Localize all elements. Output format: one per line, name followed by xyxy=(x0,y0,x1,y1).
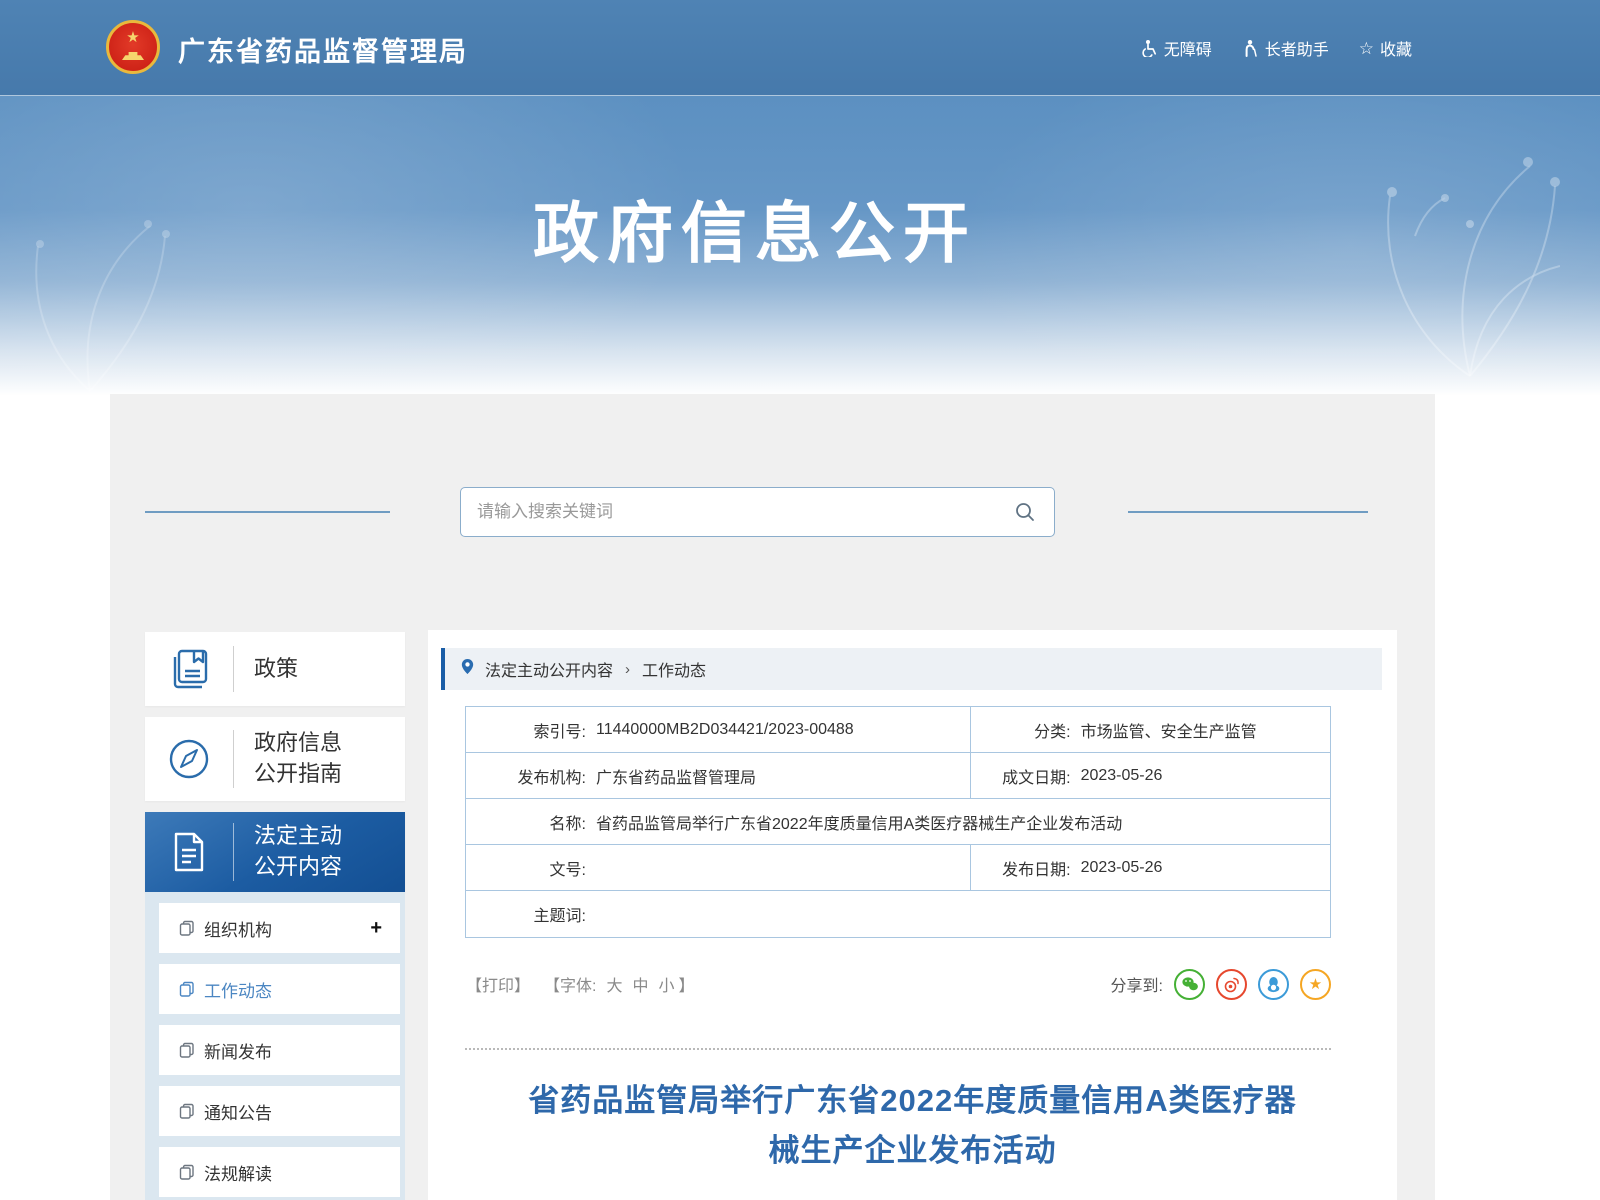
sidebar-submenu: 组织机构 + 工作动态 xyxy=(145,892,405,1200)
site-title: 广东省药品监督管理局 xyxy=(178,30,468,69)
elder-assist-link[interactable]: 长者助手 xyxy=(1242,36,1329,60)
site-header: ★ 广东省药品监督管理局 无障碍 xyxy=(0,0,1600,96)
sidebar-item-disclosure-guide[interactable]: 政府信息 公开指南 xyxy=(145,717,405,801)
field-label: 成文日期: xyxy=(971,764,1071,788)
expand-plus-icon[interactable]: + xyxy=(370,917,382,940)
submenu-item-work-updates[interactable]: 工作动态 xyxy=(159,964,400,1014)
field-value: 广东省药品监督管理局 xyxy=(596,764,756,788)
document-icon xyxy=(145,830,233,874)
favorite-link[interactable]: ☆ 收藏 xyxy=(1359,36,1412,60)
font-size-control: 【字体: 大 中 小 】 xyxy=(544,972,695,996)
qq-share-icon[interactable] xyxy=(1258,969,1289,1000)
header-links: 无障碍 长者助手 ☆ 收藏 xyxy=(1140,36,1412,60)
font-size-medium-button[interactable]: 中 xyxy=(632,972,648,996)
field-label: 索引号: xyxy=(466,718,586,742)
weibo-share-icon[interactable] xyxy=(1216,969,1247,1000)
field-label: 主题词: xyxy=(466,902,586,926)
sidebar-item-label: 政府信息 公开指南 xyxy=(254,728,342,790)
table-row: 发布机构: 广东省药品监督管理局 成文日期: 2023-05-26 xyxy=(466,753,1330,799)
pages-icon xyxy=(179,1042,195,1058)
breadcrumb-item[interactable]: 法定主动公开内容 xyxy=(485,657,613,681)
field-value: 11440000MB2D034421/2023-00488 xyxy=(596,721,854,739)
submenu-item-regulation-interpretation[interactable]: 法规解读 xyxy=(159,1147,400,1197)
breadcrumb-item[interactable]: 工作动态 xyxy=(642,657,706,681)
star-outline-icon: ☆ xyxy=(1359,40,1374,57)
field-value: 2023-05-26 xyxy=(1081,859,1163,877)
content-panel: 法定主动公开内容 › 工作动态 索引号: 11440000MB2D034421/… xyxy=(428,630,1397,1200)
submenu-item-notices[interactable]: 通知公告 xyxy=(159,1086,400,1136)
table-row: 文号: 发布日期: 2023-05-26 xyxy=(466,845,1330,891)
hero-banner: 政府信息公开 xyxy=(0,96,1600,396)
sidebar-item-statutory-disclosure[interactable]: 法定主动 公开内容 xyxy=(145,812,405,892)
field-value: 省药品监管局举行广东省2022年度质量信用A类医疗器械生产企业发布活动 xyxy=(596,810,1122,834)
wheelchair-icon xyxy=(1140,39,1158,57)
national-emblem-logo: ★ xyxy=(106,20,160,76)
sidebar-item-policy[interactable]: 政策 xyxy=(145,632,405,706)
search-icon[interactable] xyxy=(1012,499,1038,525)
field-value: 2023-05-26 xyxy=(1081,767,1163,785)
submenu-item-news[interactable]: 新闻发布 xyxy=(159,1025,400,1075)
search-box xyxy=(460,487,1055,537)
field-label: 发布日期: xyxy=(971,856,1071,880)
wechat-share-icon[interactable] xyxy=(1174,969,1205,1000)
article-toolbar: 【打印】 【字体: 大 中 小 】 分享到: xyxy=(466,968,1331,1000)
breadcrumb-separator: › xyxy=(625,661,630,678)
emblem-icon: ★ xyxy=(106,20,160,74)
search-input[interactable] xyxy=(477,502,1012,522)
table-row: 主题词: xyxy=(466,891,1330,937)
compass-icon xyxy=(145,735,233,783)
font-size-large-button[interactable]: 大 xyxy=(606,972,622,996)
field-value: 市场监管、安全生产监管 xyxy=(1081,718,1257,742)
pages-icon xyxy=(179,1164,195,1180)
field-label: 名称: xyxy=(466,810,586,834)
sidebar-item-label: 政策 xyxy=(254,654,298,685)
page: ★ 广东省药品监督管理局 无障碍 xyxy=(0,0,1600,1200)
article-title: 省药品监管局举行广东省2022年度质量信用A类医疗器械生产企业发布活动 xyxy=(513,1076,1313,1175)
share-label: 分享到: xyxy=(1111,972,1163,996)
sidebar: 政策 政府信息 公开指南 xyxy=(145,632,405,1200)
qzone-share-icon[interactable]: ★ xyxy=(1300,969,1331,1000)
pages-icon xyxy=(179,920,195,936)
field-label: 文号: xyxy=(466,856,586,880)
pages-icon xyxy=(179,981,195,997)
submenu-item-organization[interactable]: 组织机构 + xyxy=(159,903,400,953)
field-label: 发布机构: xyxy=(466,764,586,788)
document-info-table: 索引号: 11440000MB2D034421/2023-00488 分类: 市… xyxy=(465,706,1331,938)
table-row: 名称: 省药品监管局举行广东省2022年度质量信用A类医疗器械生产企业发布活动 xyxy=(466,799,1330,845)
table-row: 索引号: 11440000MB2D034421/2023-00488 分类: 市… xyxy=(466,707,1330,753)
breadcrumb: 法定主动公开内容 › 工作动态 xyxy=(441,648,1382,690)
dotted-divider xyxy=(465,1048,1331,1050)
print-button[interactable]: 【打印】 xyxy=(466,972,530,996)
accessibility-link[interactable]: 无障碍 xyxy=(1140,36,1212,60)
font-size-small-button[interactable]: 小 xyxy=(659,972,675,996)
main-content-card: 政策 政府信息 公开指南 xyxy=(110,394,1435,1200)
page-title: 政府信息公开 xyxy=(0,180,1555,276)
field-label: 分类: xyxy=(971,718,1071,742)
elder-person-icon xyxy=(1242,39,1259,57)
decorative-line xyxy=(1128,511,1368,513)
book-icon xyxy=(145,647,233,691)
pages-icon xyxy=(179,1103,195,1119)
decorative-line xyxy=(145,511,390,513)
sidebar-item-label: 法定主动 公开内容 xyxy=(254,821,342,883)
location-pin-icon xyxy=(459,657,476,681)
